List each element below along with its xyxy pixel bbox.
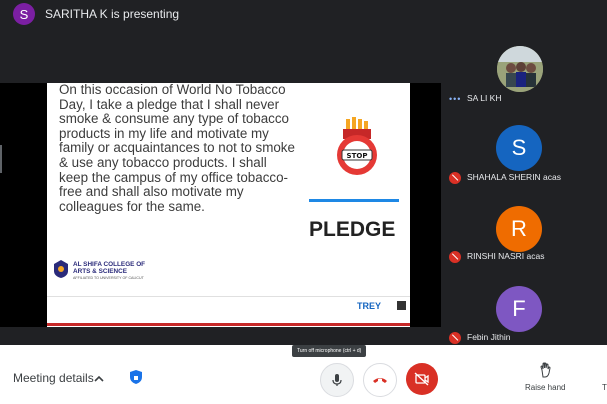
microphone-icon: [332, 374, 342, 386]
college-name-line1: AL SHIFA COLLEGE OF: [73, 261, 146, 268]
speaking-indicator: •••: [449, 94, 462, 104]
stop-smoking-icon: STOP: [337, 117, 377, 175]
participant-avatar: S: [496, 125, 542, 171]
participant-avatar: F: [496, 286, 542, 332]
meeting-details-button[interactable]: Meeting details: [13, 371, 94, 385]
mic-off-icon: [449, 172, 461, 184]
slide-footer-rule: [47, 323, 410, 326]
end-call-button[interactable]: [363, 363, 397, 397]
mic-off-icon: [449, 251, 461, 263]
camera-toggle-button[interactable]: [406, 363, 438, 395]
participant-name: SA LI KH: [467, 93, 502, 103]
raise-hand-icon[interactable]: [538, 362, 554, 378]
participant-tile[interactable]: R RINSHI NASRI acas: [441, 200, 607, 272]
participant-avatar: R: [496, 206, 542, 252]
participant-name: RINSHI NASRI acas: [467, 251, 545, 261]
slide-nav-button[interactable]: [397, 301, 406, 310]
slide-divider: [309, 199, 399, 202]
participant-name: Febin Jithin: [467, 332, 511, 342]
pledge-heading: PLEDGE: [309, 218, 396, 241]
participant-tile[interactable]: S SHAHALA SHERIN acas: [441, 117, 607, 189]
chevron-up-icon[interactable]: [94, 374, 104, 384]
end-call-icon: [373, 378, 387, 383]
participant-tile[interactable]: ••• SA LI KH: [441, 42, 607, 114]
mic-off-icon: [449, 332, 461, 344]
slide-body-text: On this occasion of World No Tobacco Day…: [59, 83, 295, 214]
microphone-button[interactable]: [320, 363, 354, 397]
participants-panel: ••• SA LI KH S SHAHALA SHERIN acas R RIN…: [441, 30, 607, 345]
mic-tooltip: Turn off microphone (ctrl + d): [292, 345, 367, 357]
toolbar-edge-label: T: [602, 383, 607, 392]
presentation-slide: On this occasion of World No Tobacco Day…: [47, 83, 410, 327]
college-logo-icon: [54, 260, 68, 278]
group-photo-icon: [497, 46, 543, 92]
college-affiliation: AFFILIATED TO UNIVERSITY OF CALICUT: [73, 276, 144, 280]
presentation-stage: On this occasion of World No Tobacco Day…: [0, 30, 441, 345]
shield-icon[interactable]: [129, 369, 143, 385]
participant-tile[interactable]: F Febin Jithin: [441, 280, 607, 352]
college-name: AL SHIFA COLLEGE OF ARTS & SCIENCE: [73, 261, 145, 275]
presenter-avatar: S: [13, 3, 35, 25]
presenter-label: SARITHA K is presenting: [45, 7, 180, 21]
top-bar: S SARITHA K is presenting: [0, 0, 607, 30]
trey-logo: TREY: [357, 301, 382, 311]
participant-photo: [497, 46, 543, 92]
college-name-line2: ARTS & SCIENCE: [73, 268, 127, 275]
raise-hand-label[interactable]: Raise hand: [525, 383, 565, 392]
participant-name: SHAHALA SHERIN acas: [467, 172, 562, 182]
svg-text:STOP: STOP: [347, 152, 368, 160]
stage-edge-handle[interactable]: [0, 145, 2, 173]
camera-off-icon: [414, 372, 429, 386]
